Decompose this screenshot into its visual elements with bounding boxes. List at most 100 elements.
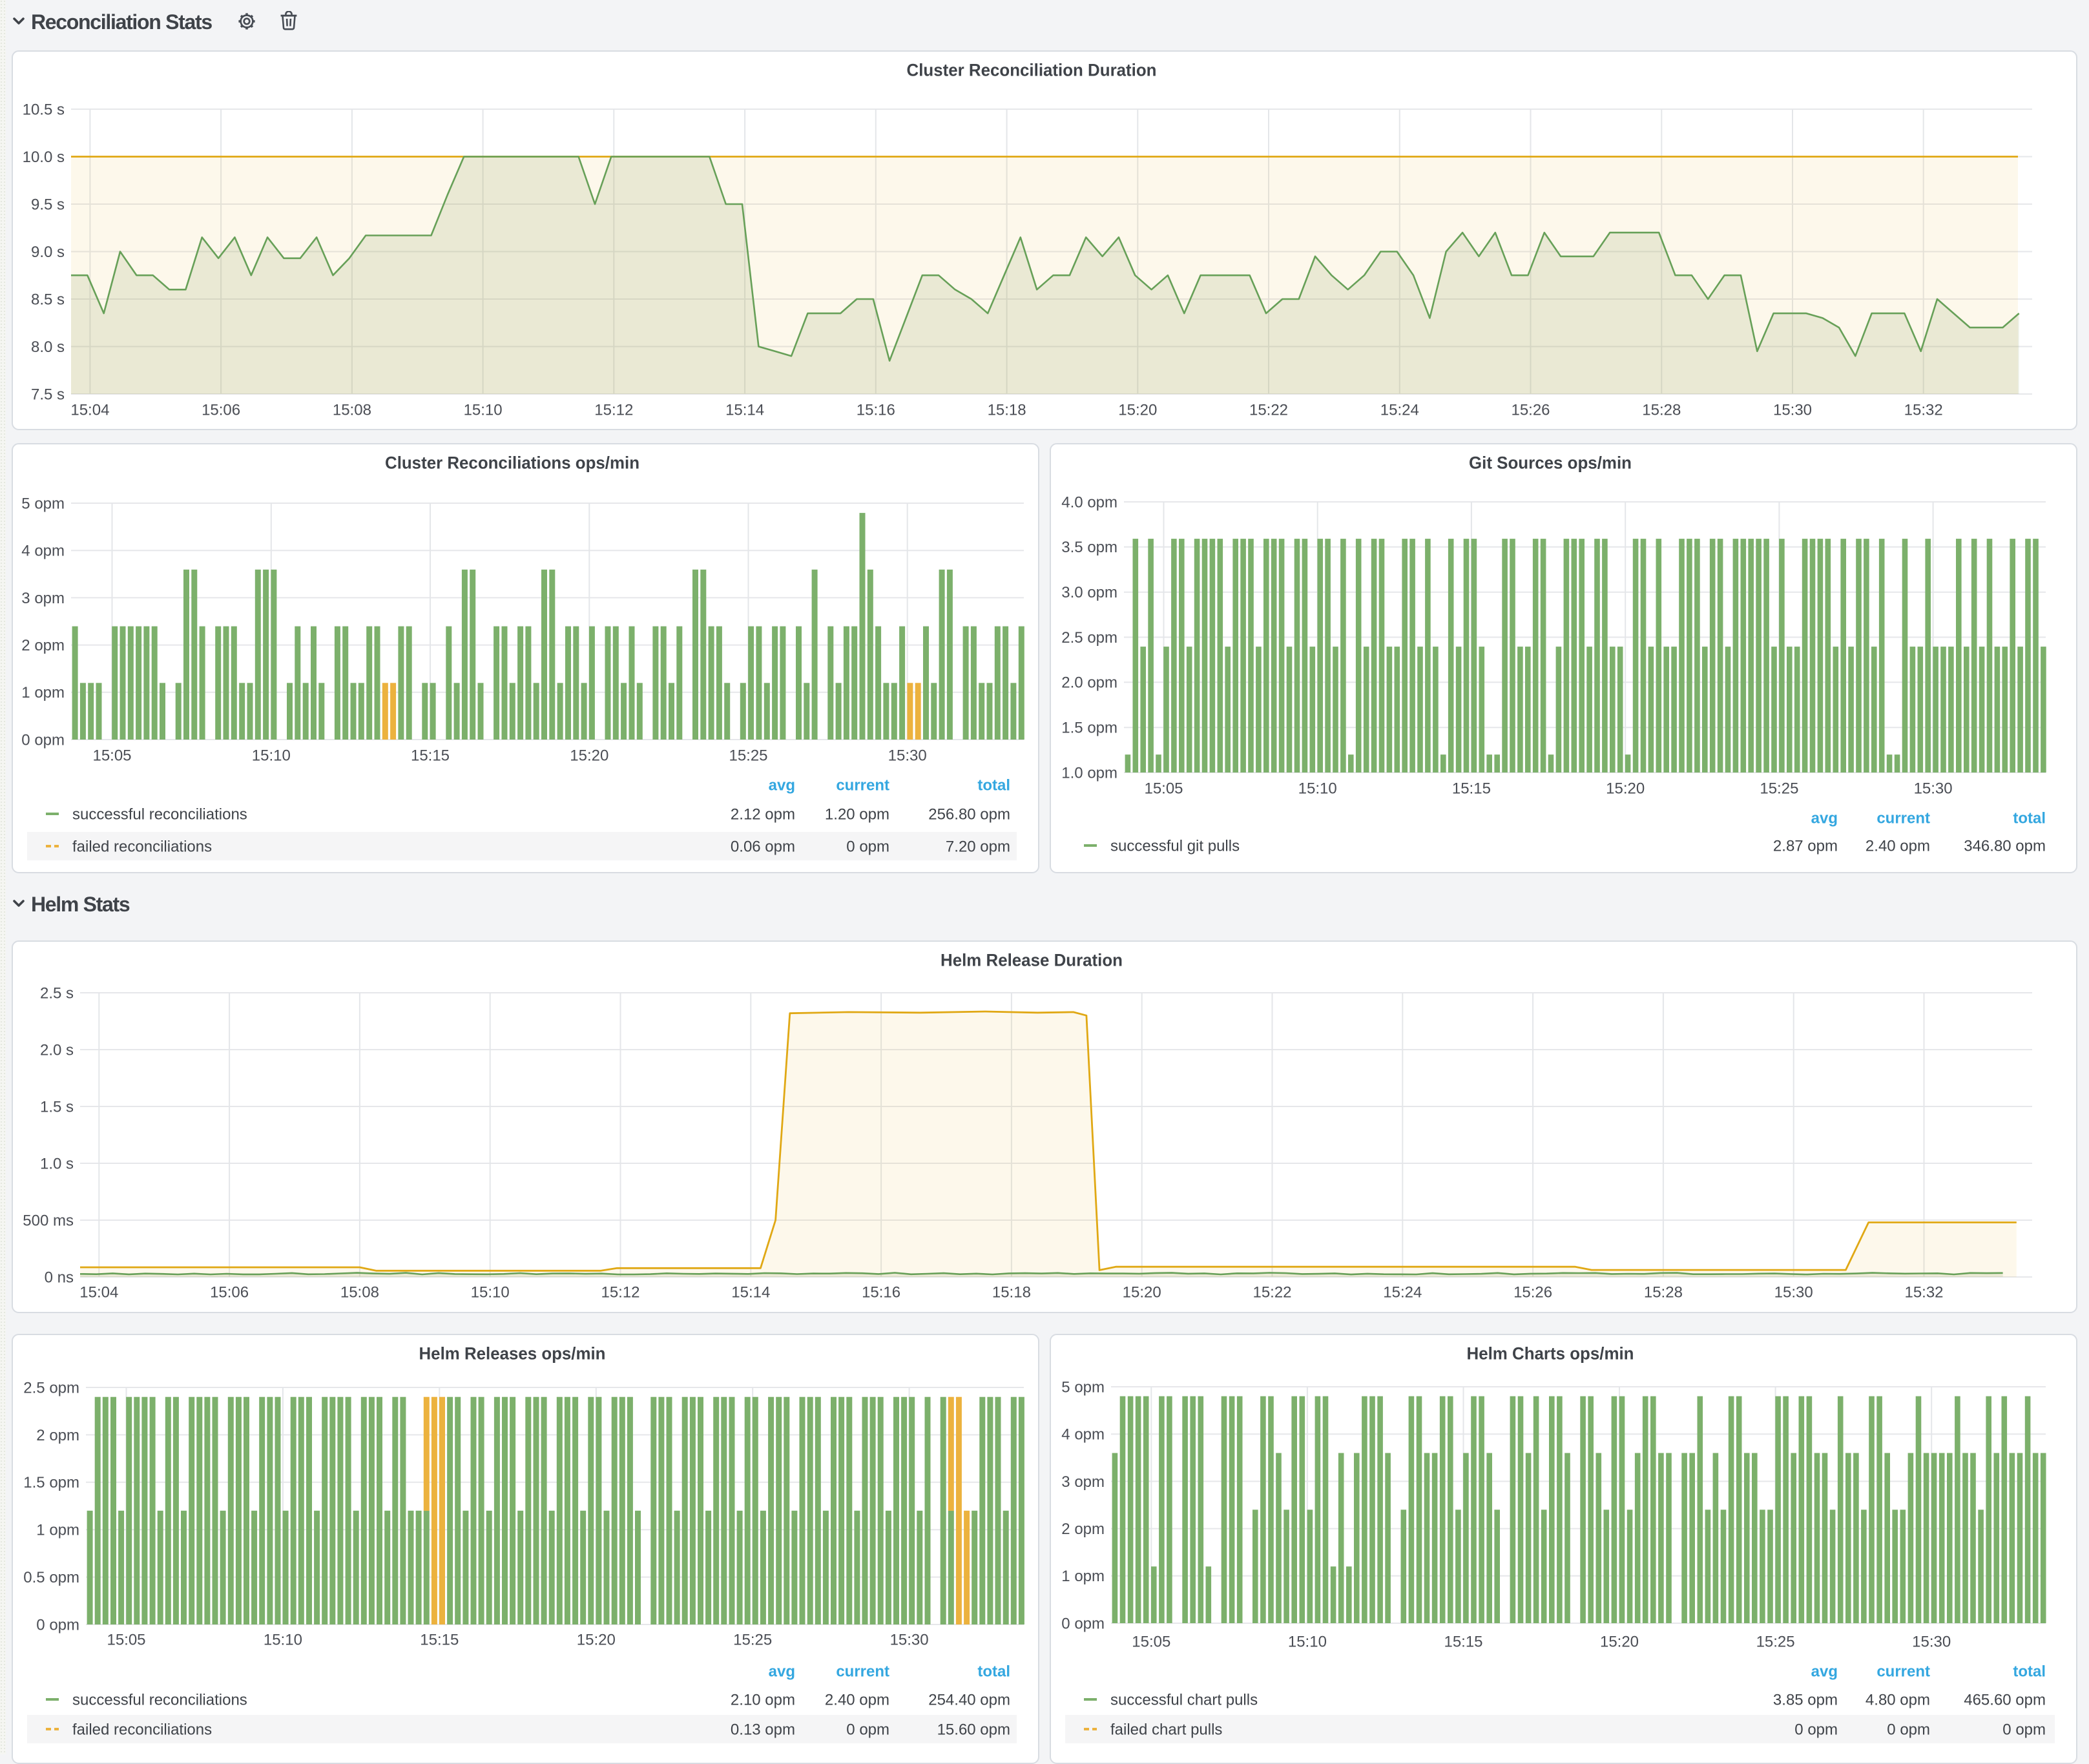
- svg-text:1.5 opm: 1.5 opm: [23, 1474, 79, 1491]
- svg-text:successful reconciliations: successful reconciliations: [72, 1692, 247, 1709]
- svg-text:1 opm: 1 opm: [21, 684, 65, 701]
- svg-text:0 opm: 0 opm: [1887, 1721, 1930, 1739]
- svg-text:4.0 opm: 4.0 opm: [1061, 493, 1117, 511]
- svg-text:15:24: 15:24: [1383, 1283, 1422, 1301]
- svg-text:current: current: [836, 777, 889, 794]
- svg-text:0.13 opm: 0.13 opm: [731, 1721, 795, 1739]
- svg-text:15:12: 15:12: [594, 401, 633, 419]
- svg-text:total: total: [2013, 810, 2046, 827]
- svg-text:3.0 opm: 3.0 opm: [1061, 584, 1117, 601]
- svg-text:3.5 opm: 3.5 opm: [1061, 539, 1117, 556]
- svg-text:0 opm: 0 opm: [21, 731, 65, 749]
- svg-text:0 opm: 0 opm: [36, 1616, 79, 1634]
- svg-text:15:14: 15:14: [725, 401, 764, 419]
- svg-text:4 opm: 4 opm: [1061, 1426, 1105, 1444]
- svg-text:15:10: 15:10: [464, 401, 503, 419]
- svg-text:15:06: 15:06: [202, 401, 240, 419]
- svg-text:15:32: 15:32: [1904, 401, 1943, 419]
- svg-text:avg: avg: [1811, 1663, 1838, 1681]
- svg-text:total: total: [977, 777, 1010, 794]
- svg-text:10.5 s: 10.5 s: [23, 101, 65, 118]
- svg-text:15:24: 15:24: [1380, 401, 1419, 419]
- svg-text:15:26: 15:26: [1511, 401, 1550, 419]
- svg-text:3 opm: 3 opm: [1061, 1473, 1105, 1491]
- svg-text:2.5 opm: 2.5 opm: [1061, 629, 1117, 647]
- svg-text:15:30: 15:30: [888, 747, 927, 764]
- svg-text:15:05: 15:05: [92, 747, 131, 764]
- svg-text:0 ns: 0 ns: [45, 1269, 74, 1286]
- svg-text:failed reconciliations: failed reconciliations: [72, 838, 212, 856]
- svg-text:15:08: 15:08: [340, 1283, 379, 1301]
- svg-text:1.0 opm: 1.0 opm: [1061, 764, 1117, 782]
- svg-text:1 opm: 1 opm: [1061, 1568, 1105, 1585]
- svg-text:9.5 s: 9.5 s: [31, 196, 65, 213]
- svg-text:15:20: 15:20: [1606, 780, 1645, 797]
- svg-text:5 opm: 5 opm: [21, 495, 65, 512]
- svg-text:Helm Charts ops/min: Helm Charts ops/min: [1467, 1344, 1634, 1364]
- svg-text:15:26: 15:26: [1513, 1283, 1552, 1301]
- svg-text:15:16: 15:16: [857, 401, 895, 419]
- svg-text:current: current: [1876, 810, 1930, 827]
- svg-text:Helm Release Duration: Helm Release Duration: [941, 951, 1123, 970]
- svg-text:4 opm: 4 opm: [21, 543, 65, 560]
- svg-text:15:15: 15:15: [1444, 1633, 1482, 1650]
- svg-text:15:22: 15:22: [1249, 401, 1288, 419]
- svg-text:15:15: 15:15: [420, 1631, 459, 1648]
- svg-text:15:20: 15:20: [577, 1631, 616, 1648]
- svg-text:failed chart pulls: failed chart pulls: [1110, 1721, 1222, 1739]
- svg-text:15:30: 15:30: [1773, 401, 1812, 419]
- svg-text:15:32: 15:32: [1904, 1283, 1943, 1301]
- svg-text:avg: avg: [769, 777, 795, 794]
- svg-text:current: current: [836, 1663, 889, 1681]
- svg-text:254.40 opm: 254.40 opm: [928, 1692, 1010, 1709]
- svg-text:total: total: [977, 1663, 1010, 1681]
- svg-text:15:30: 15:30: [1774, 1283, 1813, 1301]
- svg-text:2.5 opm: 2.5 opm: [23, 1379, 79, 1396]
- svg-text:4.80 opm: 4.80 opm: [1866, 1692, 1930, 1709]
- svg-text:15:25: 15:25: [1756, 1633, 1795, 1650]
- svg-text:Git Sources ops/min: Git Sources ops/min: [1469, 453, 1632, 473]
- svg-text:15:14: 15:14: [731, 1283, 770, 1301]
- svg-text:8.5 s: 8.5 s: [31, 291, 65, 308]
- svg-text:465.60 opm: 465.60 opm: [1964, 1692, 2046, 1709]
- svg-text:15:04: 15:04: [70, 401, 109, 419]
- svg-text:Helm Releases ops/min: Helm Releases ops/min: [419, 1344, 606, 1364]
- svg-text:15:10: 15:10: [264, 1631, 302, 1648]
- svg-text:500 ms: 500 ms: [23, 1212, 74, 1229]
- svg-text:15:10: 15:10: [1298, 780, 1337, 797]
- svg-text:2.0 opm: 2.0 opm: [1061, 674, 1117, 692]
- svg-text:successful reconciliations: successful reconciliations: [72, 806, 247, 824]
- svg-text:2.40 opm: 2.40 opm: [825, 1692, 889, 1709]
- svg-text:15:28: 15:28: [1644, 1283, 1683, 1301]
- svg-text:15:10: 15:10: [1288, 1633, 1327, 1650]
- svg-text:7.20 opm: 7.20 opm: [946, 838, 1010, 856]
- svg-text:1.20 opm: 1.20 opm: [825, 806, 889, 824]
- svg-text:15:20: 15:20: [570, 747, 608, 764]
- svg-text:15:25: 15:25: [729, 747, 767, 764]
- svg-text:15:15: 15:15: [1452, 780, 1491, 797]
- svg-text:15:30: 15:30: [1912, 1633, 1951, 1650]
- svg-text:0.06 opm: 0.06 opm: [731, 838, 795, 856]
- svg-text:15:20: 15:20: [1600, 1633, 1639, 1650]
- svg-text:8.0 s: 8.0 s: [31, 338, 65, 356]
- svg-text:15:30: 15:30: [890, 1631, 929, 1648]
- svg-text:15:20: 15:20: [1123, 1283, 1161, 1301]
- svg-text:Cluster Reconciliations ops/mi: Cluster Reconciliations ops/min: [385, 453, 639, 473]
- svg-text:15:25: 15:25: [733, 1631, 772, 1648]
- svg-text:3.85 opm: 3.85 opm: [1773, 1692, 1838, 1709]
- svg-text:15:12: 15:12: [601, 1283, 639, 1301]
- svg-text:2.12 opm: 2.12 opm: [731, 806, 795, 824]
- svg-text:1.5 opm: 1.5 opm: [1061, 720, 1117, 737]
- svg-text:15:08: 15:08: [333, 401, 371, 419]
- svg-text:15:15: 15:15: [411, 747, 450, 764]
- svg-text:0 opm: 0 opm: [846, 1721, 889, 1739]
- svg-text:1.0 s: 1.0 s: [40, 1155, 74, 1172]
- svg-text:Cluster Reconciliation Duratio: Cluster Reconciliation Duration: [907, 61, 1157, 80]
- svg-text:346.80 opm: 346.80 opm: [1964, 838, 2046, 855]
- svg-text:2.10 opm: 2.10 opm: [731, 1692, 795, 1709]
- svg-text:15:25: 15:25: [1760, 780, 1798, 797]
- svg-text:2.40 opm: 2.40 opm: [1866, 838, 1930, 855]
- svg-text:15:05: 15:05: [107, 1631, 145, 1648]
- svg-text:15.60 opm: 15.60 opm: [937, 1721, 1010, 1739]
- svg-text:15:28: 15:28: [1642, 401, 1681, 419]
